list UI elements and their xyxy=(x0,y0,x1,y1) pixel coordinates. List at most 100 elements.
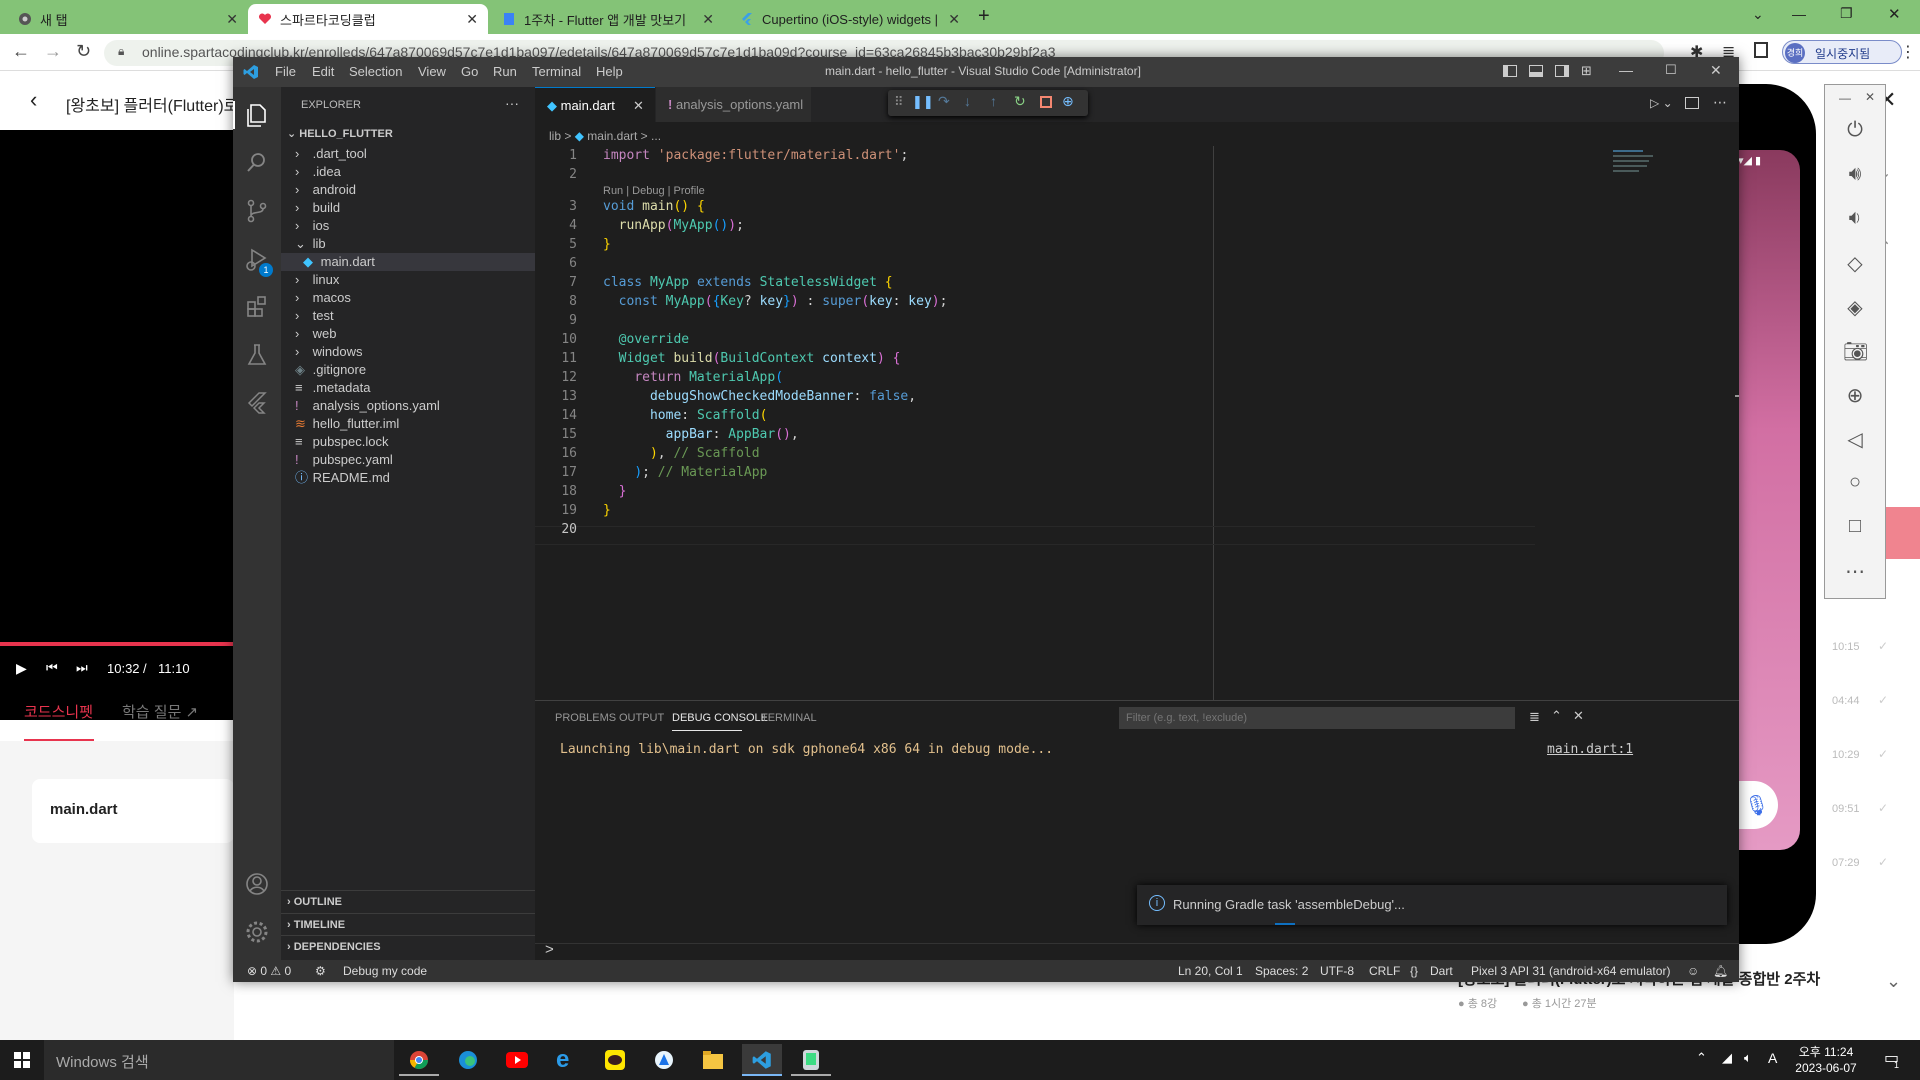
vscode-close-icon[interactable]: ✕ xyxy=(1710,62,1722,79)
codelens[interactable]: Run | Debug | Profile xyxy=(603,185,705,197)
code-line[interactable]: debugShowCheckedModeBanner: false, xyxy=(603,387,916,406)
debug-config[interactable]: Debug my code xyxy=(343,964,427,978)
tree-item[interactable]: › windows xyxy=(281,343,535,361)
section-outline[interactable]: › OUTLINE xyxy=(281,891,535,913)
speaker-icon[interactable]: 🔈︎ xyxy=(1744,1050,1752,1066)
video-player[interactable]: ▶ ⏮ ⏭ 10:32 / 11:10 xyxy=(0,130,234,720)
tree-item[interactable]: ! analysis_options.yaml xyxy=(281,397,535,415)
video-progress-bar[interactable] xyxy=(0,642,234,646)
tree-item[interactable]: ◆ main.dart xyxy=(281,253,535,271)
windows-start-icon[interactable] xyxy=(14,1052,30,1068)
vscode-maximize-icon[interactable]: ☐ xyxy=(1665,62,1677,78)
flutter-inspector-icon[interactable]: ⊕ xyxy=(1062,93,1074,110)
tree-item[interactable]: ⓘ README.md xyxy=(281,469,535,487)
tab-search-icon[interactable]: ⌄ xyxy=(1752,6,1764,23)
clock-date[interactable]: 2023-06-07 xyxy=(1790,1061,1862,1075)
pause-icon[interactable]: ❚❚ xyxy=(912,94,934,110)
customize-layout-icon[interactable]: ⊞ xyxy=(1581,63,1592,79)
panel-tab-problems[interactable]: PROBLEMS xyxy=(555,712,616,724)
tree-item[interactable]: › macos xyxy=(281,289,535,307)
file-explorer-taskbar-icon[interactable] xyxy=(693,1044,733,1076)
testing-flask-icon[interactable] xyxy=(243,341,271,369)
panel-tab-debug-console[interactable]: DEBUG CONSOLE xyxy=(672,712,768,724)
console-prompt[interactable]: > xyxy=(545,941,554,958)
flutter-icon[interactable] xyxy=(243,389,271,417)
tree-item[interactable]: ≡ pubspec.lock xyxy=(281,433,535,451)
emulator-minimize-icon[interactable]: — xyxy=(1839,91,1851,105)
snippet-file-card[interactable]: main.dart xyxy=(32,779,234,843)
play-icon[interactable]: ▶ xyxy=(16,660,27,677)
search-icon[interactable] xyxy=(243,149,271,177)
tree-item[interactable]: ◈ .gitignore xyxy=(281,361,535,379)
tab-learning-question[interactable]: 학습 질문 ↗ xyxy=(122,701,198,722)
close-panel-icon[interactable]: ✕ xyxy=(1573,708,1584,724)
panel-tab-output[interactable]: OUTPUT xyxy=(619,712,664,724)
debug-console-filter-input[interactable] xyxy=(1119,707,1515,729)
android-emulator-screen[interactable]: ▾◢ ▮ 🎙︎ xyxy=(1730,84,1816,944)
menu-file[interactable]: File xyxy=(275,64,296,79)
tree-item[interactable]: › linux xyxy=(281,271,535,289)
tree-item[interactable]: › test xyxy=(281,307,535,325)
menu-go[interactable]: Go xyxy=(461,64,478,79)
skip-forward-icon[interactable]: ⏭ xyxy=(76,660,88,676)
menu-edit[interactable]: Edit xyxy=(312,64,334,79)
problems-status[interactable]: ⊗ 0 ⚠ 0 xyxy=(247,964,291,978)
code-editor[interactable]: Run | Debug | Profile 1 import 'package:f… xyxy=(535,146,1739,706)
editor-tab-main-dart[interactable]: ◆ main.dart ✕ xyxy=(535,87,655,122)
manage-gear-icon[interactable] xyxy=(243,918,271,946)
emulator-close-icon[interactable]: ✕ xyxy=(1865,90,1875,104)
volume-down-icon[interactable]: 🔉︎ xyxy=(1843,207,1867,231)
accounts-icon[interactable] xyxy=(243,870,271,898)
code-line[interactable]: appBar: AppBar(), xyxy=(603,425,799,444)
code-line[interactable]: } xyxy=(603,501,611,520)
close-window-icon[interactable]: ✕ xyxy=(1888,5,1901,23)
explorer-files-icon[interactable] xyxy=(243,101,271,129)
step-out-icon[interactable]: ↑ xyxy=(990,93,997,109)
edge-taskbar-icon[interactable] xyxy=(448,1044,488,1076)
toggle-sidebar-icon[interactable] xyxy=(1503,65,1517,77)
device-selector[interactable]: Pixel 3 API 31 (android-x64 emulator) xyxy=(1471,964,1670,978)
stop-icon[interactable] xyxy=(1040,96,1052,108)
menu-selection[interactable]: Selection xyxy=(349,64,402,79)
cursor-position[interactable]: Ln 20, Col 1 xyxy=(1178,964,1243,978)
step-over-icon[interactable]: ↷ xyxy=(938,93,950,110)
power-icon[interactable]: ⏻ xyxy=(1843,119,1867,143)
forward-arrow-icon[interactable]: → xyxy=(44,41,62,62)
browser-tab-sparta[interactable]: 스파르타코딩클럽 ✕ xyxy=(248,4,488,34)
debug-run-icon[interactable]: ⚙ xyxy=(315,964,326,978)
restore-window-icon[interactable]: ❐ xyxy=(1840,5,1853,22)
close-tab-icon[interactable]: ✕ xyxy=(633,88,644,123)
close-tab-icon[interactable]: ✕ xyxy=(466,11,478,28)
tree-item[interactable]: ≡ .metadata xyxy=(281,379,535,397)
side-panel-icon[interactable] xyxy=(1754,42,1768,58)
code-line[interactable]: @override xyxy=(603,330,689,349)
encoding[interactable]: UTF-8 xyxy=(1320,964,1354,978)
toggle-panel-icon[interactable] xyxy=(1529,65,1543,77)
source-control-icon[interactable] xyxy=(243,197,271,225)
breadcrumb-lib[interactable]: lib xyxy=(549,129,561,143)
panel-tab-terminal[interactable]: TERMINAL xyxy=(761,712,817,724)
tree-item[interactable]: ⌄ lib xyxy=(281,235,535,253)
clock-time[interactable]: 오후 11:24 xyxy=(1796,1043,1856,1060)
eol[interactable]: CRLF xyxy=(1369,964,1400,978)
code-line[interactable]: } xyxy=(603,235,611,254)
tree-item[interactable]: › .idea xyxy=(281,163,535,181)
back-chevron-icon[interactable]: ‹ xyxy=(30,87,37,113)
browser-tab-new[interactable]: 새 탭 ✕ xyxy=(8,4,248,34)
kakaotalk-taskbar-icon[interactable] xyxy=(595,1044,635,1076)
extensions-icon[interactable] xyxy=(243,293,271,321)
menu-run[interactable]: Run xyxy=(493,64,517,79)
vscode-minimize-icon[interactable]: — xyxy=(1619,62,1633,78)
close-tab-icon[interactable]: ✕ xyxy=(702,11,714,28)
editor-tab-analysis-options[interactable]: ! analysis_options.yaml xyxy=(656,87,811,122)
code-line[interactable]: ), // Scaffold xyxy=(603,444,760,463)
feedback-icon[interactable]: ☺ xyxy=(1687,964,1699,978)
skip-back-icon[interactable]: ⏮ xyxy=(46,660,58,676)
browser-tab-week1[interactable]: 1주차 - Flutter 앱 개발 맛보기 ✕ xyxy=(492,4,724,34)
run-dropdown-icon[interactable]: ▷ ⌄ xyxy=(1650,96,1673,110)
maximize-panel-icon[interactable]: ⌃ xyxy=(1551,708,1562,724)
chrome-taskbar-icon[interactable] xyxy=(399,1044,439,1076)
code-line[interactable]: home: Scaffold( xyxy=(603,406,767,425)
code-line[interactable]: class MyApp extends StatelessWidget { xyxy=(603,273,893,292)
code-line[interactable]: import 'package:flutter/material.dart'; xyxy=(603,146,908,165)
